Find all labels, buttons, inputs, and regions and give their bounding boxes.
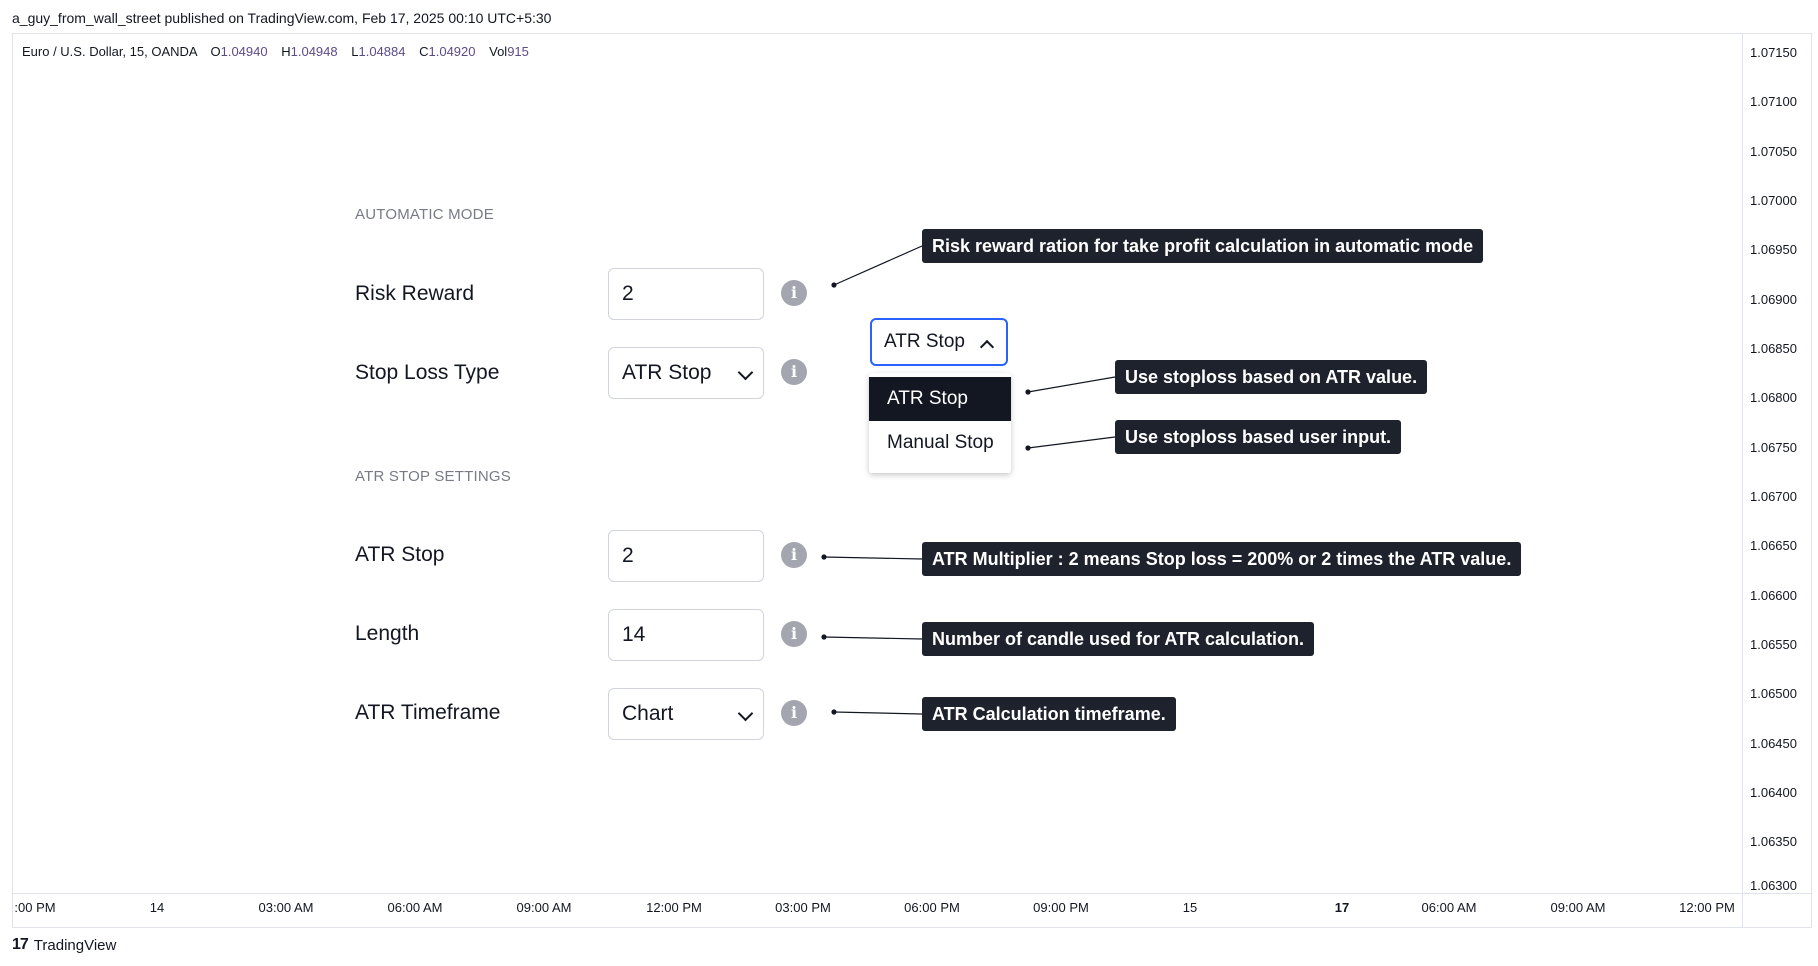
- callout-atr-option: Use stoploss based on ATR value.: [1115, 360, 1428, 394]
- connector-dot: [831, 282, 837, 288]
- callout-timeframe: ATR Calculation timeframe.: [922, 697, 1176, 731]
- connector-dot: [1025, 445, 1031, 451]
- callout-length: Number of candle used for ATR calculatio…: [922, 622, 1315, 656]
- connector-dot: [831, 709, 837, 715]
- callout-atr-multiplier: ATR Multiplier : 2 means Stop loss = 200…: [922, 542, 1522, 576]
- connector-dot: [821, 554, 827, 560]
- connector-dot: [821, 634, 827, 640]
- connector-dot: [1025, 389, 1031, 395]
- connector-line: [833, 711, 923, 715]
- connector-line: [1027, 436, 1116, 449]
- callout-manual-option: Use stoploss based user input.: [1115, 420, 1402, 454]
- callout-risk-reward: Risk reward ration for take profit calcu…: [922, 229, 1484, 263]
- connector-line: [1027, 376, 1116, 393]
- connector-line: [823, 556, 923, 560]
- callout-connectors: [821, 245, 1116, 715]
- connector-line: [823, 636, 923, 640]
- connector-line: [833, 245, 923, 286]
